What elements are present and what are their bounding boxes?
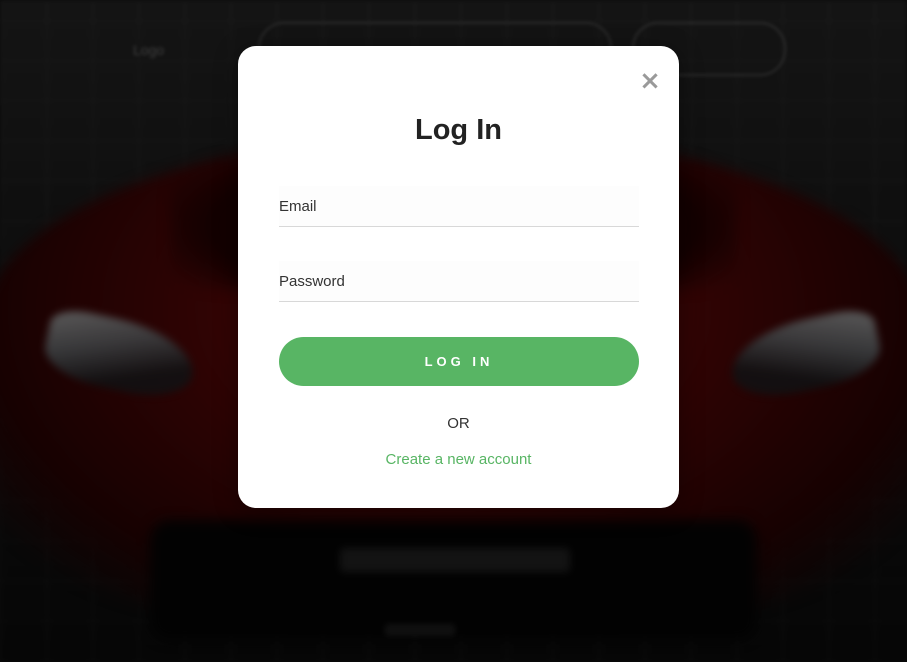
login-button[interactable]: LOG IN [279, 337, 639, 386]
modal-title: Log In [415, 114, 502, 146]
password-field-wrapper [279, 261, 639, 302]
email-field-wrapper [279, 186, 639, 227]
email-field[interactable] [279, 186, 639, 226]
create-account-link[interactable]: Create a new account [238, 451, 679, 468]
close-icon[interactable]: × [639, 68, 661, 94]
or-divider: OR [447, 415, 470, 432]
login-modal: × Log In LOG IN OR Create a new account [238, 46, 679, 508]
password-field[interactable] [279, 261, 639, 301]
